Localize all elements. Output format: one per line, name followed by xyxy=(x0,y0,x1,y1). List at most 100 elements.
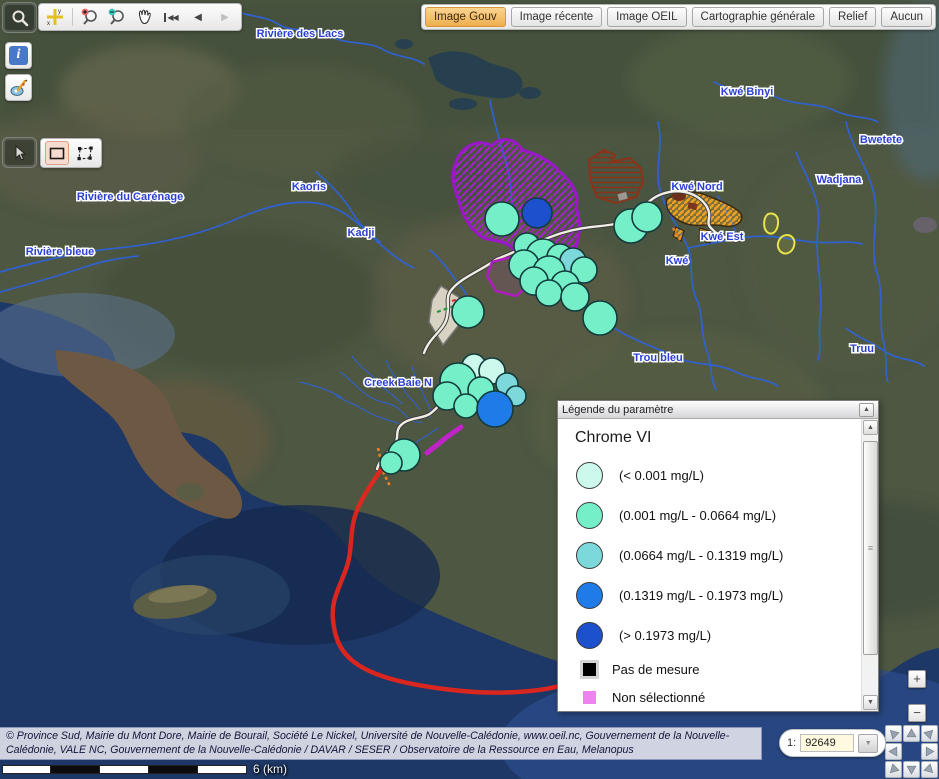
scale-dropdown-button[interactable]: ▼ xyxy=(858,734,878,753)
pan-north-east-button[interactable] xyxy=(921,725,938,742)
sketch-tools-button[interactable] xyxy=(5,74,32,101)
pan-north-west-button[interactable] xyxy=(885,725,902,742)
pan-east-button[interactable] xyxy=(921,743,938,760)
previous-extent-icon[interactable]: ◀ xyxy=(186,6,210,28)
first-extent-icon[interactable]: ◀◀ xyxy=(159,6,183,28)
panel-collapse-button[interactable]: − xyxy=(908,704,926,722)
station-marker[interactable] xyxy=(536,280,562,306)
scroll-up-icon: ▲ xyxy=(867,424,874,431)
pan-west-button[interactable] xyxy=(885,743,902,760)
map-label: Rivière des Lacs xyxy=(257,28,344,40)
map-label: Truu xyxy=(850,343,874,355)
map-label: Bwetete xyxy=(860,134,902,146)
map-label: Kwé xyxy=(666,255,689,267)
next-extent-icon[interactable]: ▶ xyxy=(213,6,237,28)
rectangle-select-button[interactable] xyxy=(45,141,69,165)
zoom-out-icon[interactable] xyxy=(105,6,129,28)
map-label: Kwé Est xyxy=(701,231,744,243)
basemap-button-image-recente[interactable]: Image récente xyxy=(511,7,603,27)
map-label: Kadji xyxy=(348,227,375,239)
station-marker[interactable] xyxy=(522,198,552,228)
legend-label: (0.001 mg/L - 0.0664 mg/L) xyxy=(619,508,776,523)
legend-header-title: Légende du paramètre xyxy=(562,404,673,416)
map-label: Kwé Binyi xyxy=(721,86,774,98)
legend-swatch-no-measure xyxy=(583,663,596,676)
caret-down-icon: ▼ xyxy=(865,740,872,747)
legend-label: (0.1319 mg/L - 0.1973 mg/L) xyxy=(619,588,783,603)
scroll-up-button[interactable]: ▲ xyxy=(863,420,878,435)
scrollbar-thumb[interactable]: ≡ xyxy=(863,441,878,655)
scale-input[interactable] xyxy=(800,734,854,752)
map-label: Kaoris xyxy=(292,181,326,193)
pointer-tool-button[interactable] xyxy=(2,137,37,168)
basemap-button-image-oeil[interactable]: Image OEIL xyxy=(607,7,686,27)
basemap-button-cartographie[interactable]: Cartographie générale xyxy=(692,7,824,27)
magnifier-icon xyxy=(11,9,29,27)
overview-magnifier-button[interactable] xyxy=(2,2,37,33)
legend-item: (0.0664 mg/L - 0.1319 mg/L) xyxy=(575,535,878,575)
scale-segment xyxy=(149,765,198,774)
legend-label: (> 0.1973 mg/L) xyxy=(619,628,711,643)
polygon-select-icon xyxy=(77,146,94,161)
pan-south-west-button[interactable] xyxy=(885,761,902,778)
basemap-button-image-gouv[interactable]: Image Gouv xyxy=(425,7,506,27)
station-marker[interactable] xyxy=(583,301,617,335)
map-label: Trou bleu xyxy=(633,352,683,364)
east-icon xyxy=(924,746,935,757)
legend-body: Chrome VI (< 0.001 mg/L) (0.001 mg/L - 0… xyxy=(558,419,878,711)
station-marker[interactable] xyxy=(561,283,589,311)
legend-swatch-class5 xyxy=(576,622,603,649)
basemap-button-aucun[interactable]: Aucun xyxy=(881,7,932,27)
pan-nav-pad xyxy=(885,725,938,778)
zoom-in-icon[interactable] xyxy=(78,6,102,28)
pan-south-east-button[interactable] xyxy=(921,761,938,778)
scale-control: 1: ▼ xyxy=(779,729,886,757)
pointer-icon xyxy=(12,144,28,162)
map-toolbar: y x ◀◀ ◀ ▶ xyxy=(38,3,242,31)
svg-text:x: x xyxy=(47,21,50,27)
map-label: Wadjana xyxy=(817,174,863,186)
basemap-switcher: Image Gouv Image récente Image OEIL Cart… xyxy=(421,4,936,30)
scale-bar-label: 6 (km) xyxy=(253,762,287,776)
pan-south-button[interactable] xyxy=(903,761,920,778)
station-marker[interactable] xyxy=(454,394,478,418)
collapse-arrow-up-icon: ▲ xyxy=(863,406,870,413)
south-icon xyxy=(906,764,917,775)
panel-expand-button[interactable]: + xyxy=(908,670,926,688)
attribution-bar: © Province Sud, Mairie du Mont Dore, Mai… xyxy=(0,727,762,760)
station-marker[interactable] xyxy=(477,391,513,427)
map-label: Kwé Nord xyxy=(671,181,722,193)
scale-prefix: 1: xyxy=(787,737,796,749)
legend-collapse-button[interactable]: ▲ xyxy=(859,403,874,417)
basemap-button-relief[interactable]: Relief xyxy=(829,7,876,27)
legend-scrollbar[interactable]: ▲ ≡ ▼ xyxy=(861,419,878,711)
map-label: Creek Baie N xyxy=(364,377,432,389)
map-label: Rivière du Carénage xyxy=(77,191,183,203)
pan-north-button[interactable] xyxy=(903,725,920,742)
south-east-icon xyxy=(922,762,938,778)
map-label: Rivière bleue xyxy=(26,246,94,258)
legend-swatch-class2 xyxy=(576,502,603,529)
scale-segment xyxy=(100,765,149,774)
coordinates-xy-icon[interactable]: y x xyxy=(43,6,67,28)
toolbar-separator xyxy=(72,8,73,26)
legend-label: (< 0.001 mg/L) xyxy=(619,468,704,483)
scale-segment xyxy=(198,765,247,774)
nav-pad-center xyxy=(903,743,920,760)
north-east-icon xyxy=(922,726,938,742)
station-marker[interactable] xyxy=(485,202,519,236)
scale-segment xyxy=(2,765,51,774)
legend-panel: Légende du paramètre ▲ Chrome VI (< 0.00… xyxy=(557,400,879,712)
pan-hand-icon[interactable] xyxy=(132,6,156,28)
station-marker[interactable] xyxy=(452,296,484,328)
yellow-outline-zone xyxy=(764,213,778,233)
legend-label: Pas de mesure xyxy=(612,662,699,677)
station-marker[interactable] xyxy=(632,202,662,232)
legend-item: (0.001 mg/L - 0.0664 mg/L) xyxy=(575,495,878,535)
scroll-down-button[interactable]: ▼ xyxy=(863,695,878,710)
legend-swatch-unselected xyxy=(583,691,596,704)
station-marker[interactable] xyxy=(380,452,402,474)
legend-panel-header[interactable]: Légende du paramètre ▲ xyxy=(558,401,878,419)
polygon-select-button[interactable] xyxy=(73,141,97,165)
info-button[interactable]: i xyxy=(5,42,32,69)
